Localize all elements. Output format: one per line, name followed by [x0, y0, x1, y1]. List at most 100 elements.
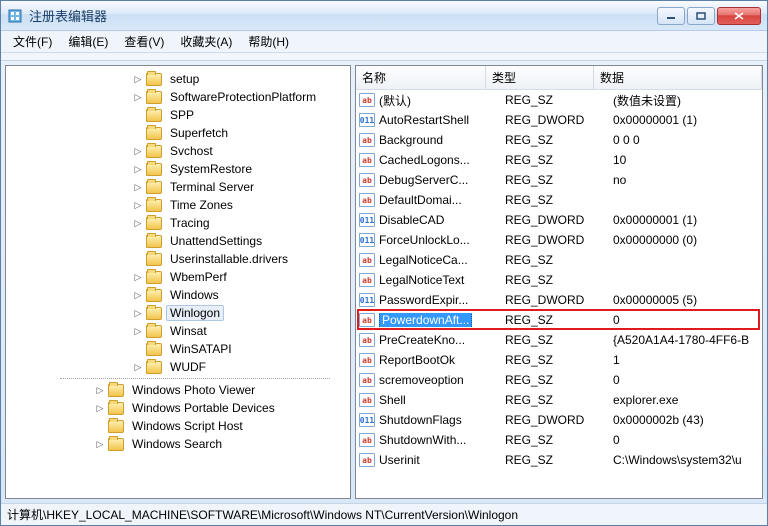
list-row[interactable]: abBackgroundREG_SZ0 0 0	[356, 130, 762, 150]
tree-item[interactable]: SPP	[12, 106, 350, 124]
expander-icon[interactable]: ▷	[132, 91, 144, 103]
list-row[interactable]: abLegalNoticeTextREG_SZ	[356, 270, 762, 290]
list-row[interactable]: abDefaultDomai...REG_SZ	[356, 190, 762, 210]
list-row[interactable]: 011PasswordExpir...REG_DWORD0x00000005 (…	[356, 290, 762, 310]
tree-item[interactable]: ▷Windows Search	[12, 435, 350, 453]
tree-item[interactable]: Windows Script Host	[12, 417, 350, 435]
column-header-data[interactable]: 数据	[594, 66, 762, 89]
list-row[interactable]: abShutdownWith...REG_SZ0	[356, 430, 762, 450]
close-button[interactable]	[717, 7, 761, 25]
cell-name: Shell	[379, 393, 505, 407]
tree-item[interactable]: ▷setup	[12, 70, 350, 88]
tree-item[interactable]: ▷SystemRestore	[12, 160, 350, 178]
column-header-name[interactable]: 名称	[356, 66, 486, 89]
expander-icon[interactable]: ▷	[94, 384, 106, 396]
cell-name: ShutdownFlags	[379, 413, 505, 427]
list-row[interactable]: abscremoveoptionREG_SZ0	[356, 370, 762, 390]
folder-icon	[146, 289, 162, 302]
tree-item[interactable]: ▷SoftwareProtectionPlatform	[12, 88, 350, 106]
tree-item[interactable]: ▷Windows Photo Viewer	[12, 381, 350, 399]
string-value-icon: ab	[359, 353, 375, 367]
tree-pane[interactable]: ▷setup▷SoftwareProtectionPlatformSPPSupe…	[5, 65, 351, 499]
expander-icon[interactable]: ▷	[94, 438, 106, 450]
tree-item[interactable]: ▷Time Zones	[12, 196, 350, 214]
list-row[interactable]: abPreCreateKno...REG_SZ{A520A1A4-1780-4F…	[356, 330, 762, 350]
tree-separator	[60, 378, 330, 379]
cell-name: LegalNoticeText	[379, 273, 505, 287]
minimize-button[interactable]	[657, 7, 685, 25]
expander-icon[interactable]: ▷	[132, 163, 144, 175]
folder-icon	[146, 307, 162, 320]
cell-name: AutoRestartShell	[379, 113, 505, 127]
cell-data: 10	[613, 153, 762, 167]
expander-icon[interactable]: ▷	[132, 307, 144, 319]
tree-item[interactable]: ▷Winlogon	[12, 304, 350, 322]
list-row[interactable]: 011ShutdownFlagsREG_DWORD0x0000002b (43)	[356, 410, 762, 430]
folder-icon	[146, 325, 162, 338]
toolbar-strip	[1, 53, 767, 61]
cell-type: REG_SZ	[505, 373, 613, 387]
tree-item[interactable]: WinSATAPI	[12, 340, 350, 358]
titlebar[interactable]: 注册表编辑器	[1, 1, 767, 31]
list-row[interactable]: abCachedLogons...REG_SZ10	[356, 150, 762, 170]
menu-help[interactable]: 帮助(H)	[240, 31, 297, 52]
menu-view[interactable]: 查看(V)	[116, 31, 172, 52]
expander-icon	[132, 235, 144, 247]
list-header: 名称 类型 数据	[356, 66, 762, 90]
tree-item[interactable]: ▷Terminal Server	[12, 178, 350, 196]
list-row[interactable]: abShellREG_SZexplorer.exe	[356, 390, 762, 410]
expander-icon[interactable]: ▷	[132, 145, 144, 157]
cell-name: scremoveoption	[379, 373, 505, 387]
menu-edit[interactable]: 编辑(E)	[60, 31, 116, 52]
folder-icon	[146, 343, 162, 356]
list-row[interactable]: abUserinitREG_SZC:\Windows\system32\u	[356, 450, 762, 470]
tree-item[interactable]: ▷Windows Portable Devices	[12, 399, 350, 417]
expander-icon[interactable]: ▷	[94, 402, 106, 414]
list-pane[interactable]: 名称 类型 数据 ab(默认)REG_SZ(数值未设置)011AutoResta…	[355, 65, 763, 499]
tree-item[interactable]: ▷WbemPerf	[12, 268, 350, 286]
list-row[interactable]: abLegalNoticeCa...REG_SZ	[356, 250, 762, 270]
maximize-button[interactable]	[687, 7, 715, 25]
cell-type: REG_DWORD	[505, 113, 613, 127]
column-header-type[interactable]: 类型	[486, 66, 594, 89]
folder-icon	[146, 109, 162, 122]
cell-data: 0x00000005 (5)	[613, 293, 762, 307]
tree-item-label: Svchost	[166, 143, 217, 159]
list-row[interactable]: ab(默认)REG_SZ(数值未设置)	[356, 90, 762, 110]
tree-item[interactable]: UnattendSettings	[12, 232, 350, 250]
folder-icon	[146, 235, 162, 248]
expander-icon[interactable]: ▷	[132, 271, 144, 283]
expander-icon[interactable]: ▷	[132, 181, 144, 193]
string-value-icon: ab	[359, 453, 375, 467]
expander-icon[interactable]: ▷	[132, 199, 144, 211]
cell-type: REG_DWORD	[505, 213, 613, 227]
client-area: ▷setup▷SoftwareProtectionPlatformSPPSupe…	[1, 61, 767, 503]
list-row[interactable]: 011DisableCADREG_DWORD0x00000001 (1)	[356, 210, 762, 230]
string-value-icon: ab	[359, 173, 375, 187]
expander-icon[interactable]: ▷	[132, 325, 144, 337]
tree-item[interactable]: Userinstallable.drivers	[12, 250, 350, 268]
list-row[interactable]: abReportBootOkREG_SZ1	[356, 350, 762, 370]
tree-item[interactable]: ▷Tracing	[12, 214, 350, 232]
list-row[interactable]: 011AutoRestartShellREG_DWORD0x00000001 (…	[356, 110, 762, 130]
cell-type: REG_SZ	[505, 93, 613, 107]
list-row[interactable]: abDebugServerC...REG_SZno	[356, 170, 762, 190]
menu-favorites[interactable]: 收藏夹(A)	[172, 31, 240, 52]
expander-icon[interactable]: ▷	[132, 289, 144, 301]
tree-item[interactable]: ▷Windows	[12, 286, 350, 304]
tree-item[interactable]: ▷ Svchost	[12, 142, 350, 160]
folder-icon	[108, 384, 124, 397]
folder-icon	[146, 73, 162, 86]
menu-file[interactable]: 文件(F)	[5, 31, 60, 52]
tree-item[interactable]: Superfetch	[12, 124, 350, 142]
tree-item[interactable]: ▷WUDF	[12, 358, 350, 376]
tree-item-label: Winsat	[166, 323, 211, 339]
cell-type: REG_SZ	[505, 173, 613, 187]
expander-icon[interactable]: ▷	[132, 73, 144, 85]
expander-icon[interactable]: ▷	[132, 361, 144, 373]
string-value-icon: ab	[359, 153, 375, 167]
tree-view[interactable]: ▷setup▷SoftwareProtectionPlatformSPPSupe…	[6, 66, 350, 457]
list-row[interactable]: 011ForceUnlockLo...REG_DWORD0x00000000 (…	[356, 230, 762, 250]
expander-icon[interactable]: ▷	[132, 217, 144, 229]
tree-item[interactable]: ▷ Winsat	[12, 322, 350, 340]
